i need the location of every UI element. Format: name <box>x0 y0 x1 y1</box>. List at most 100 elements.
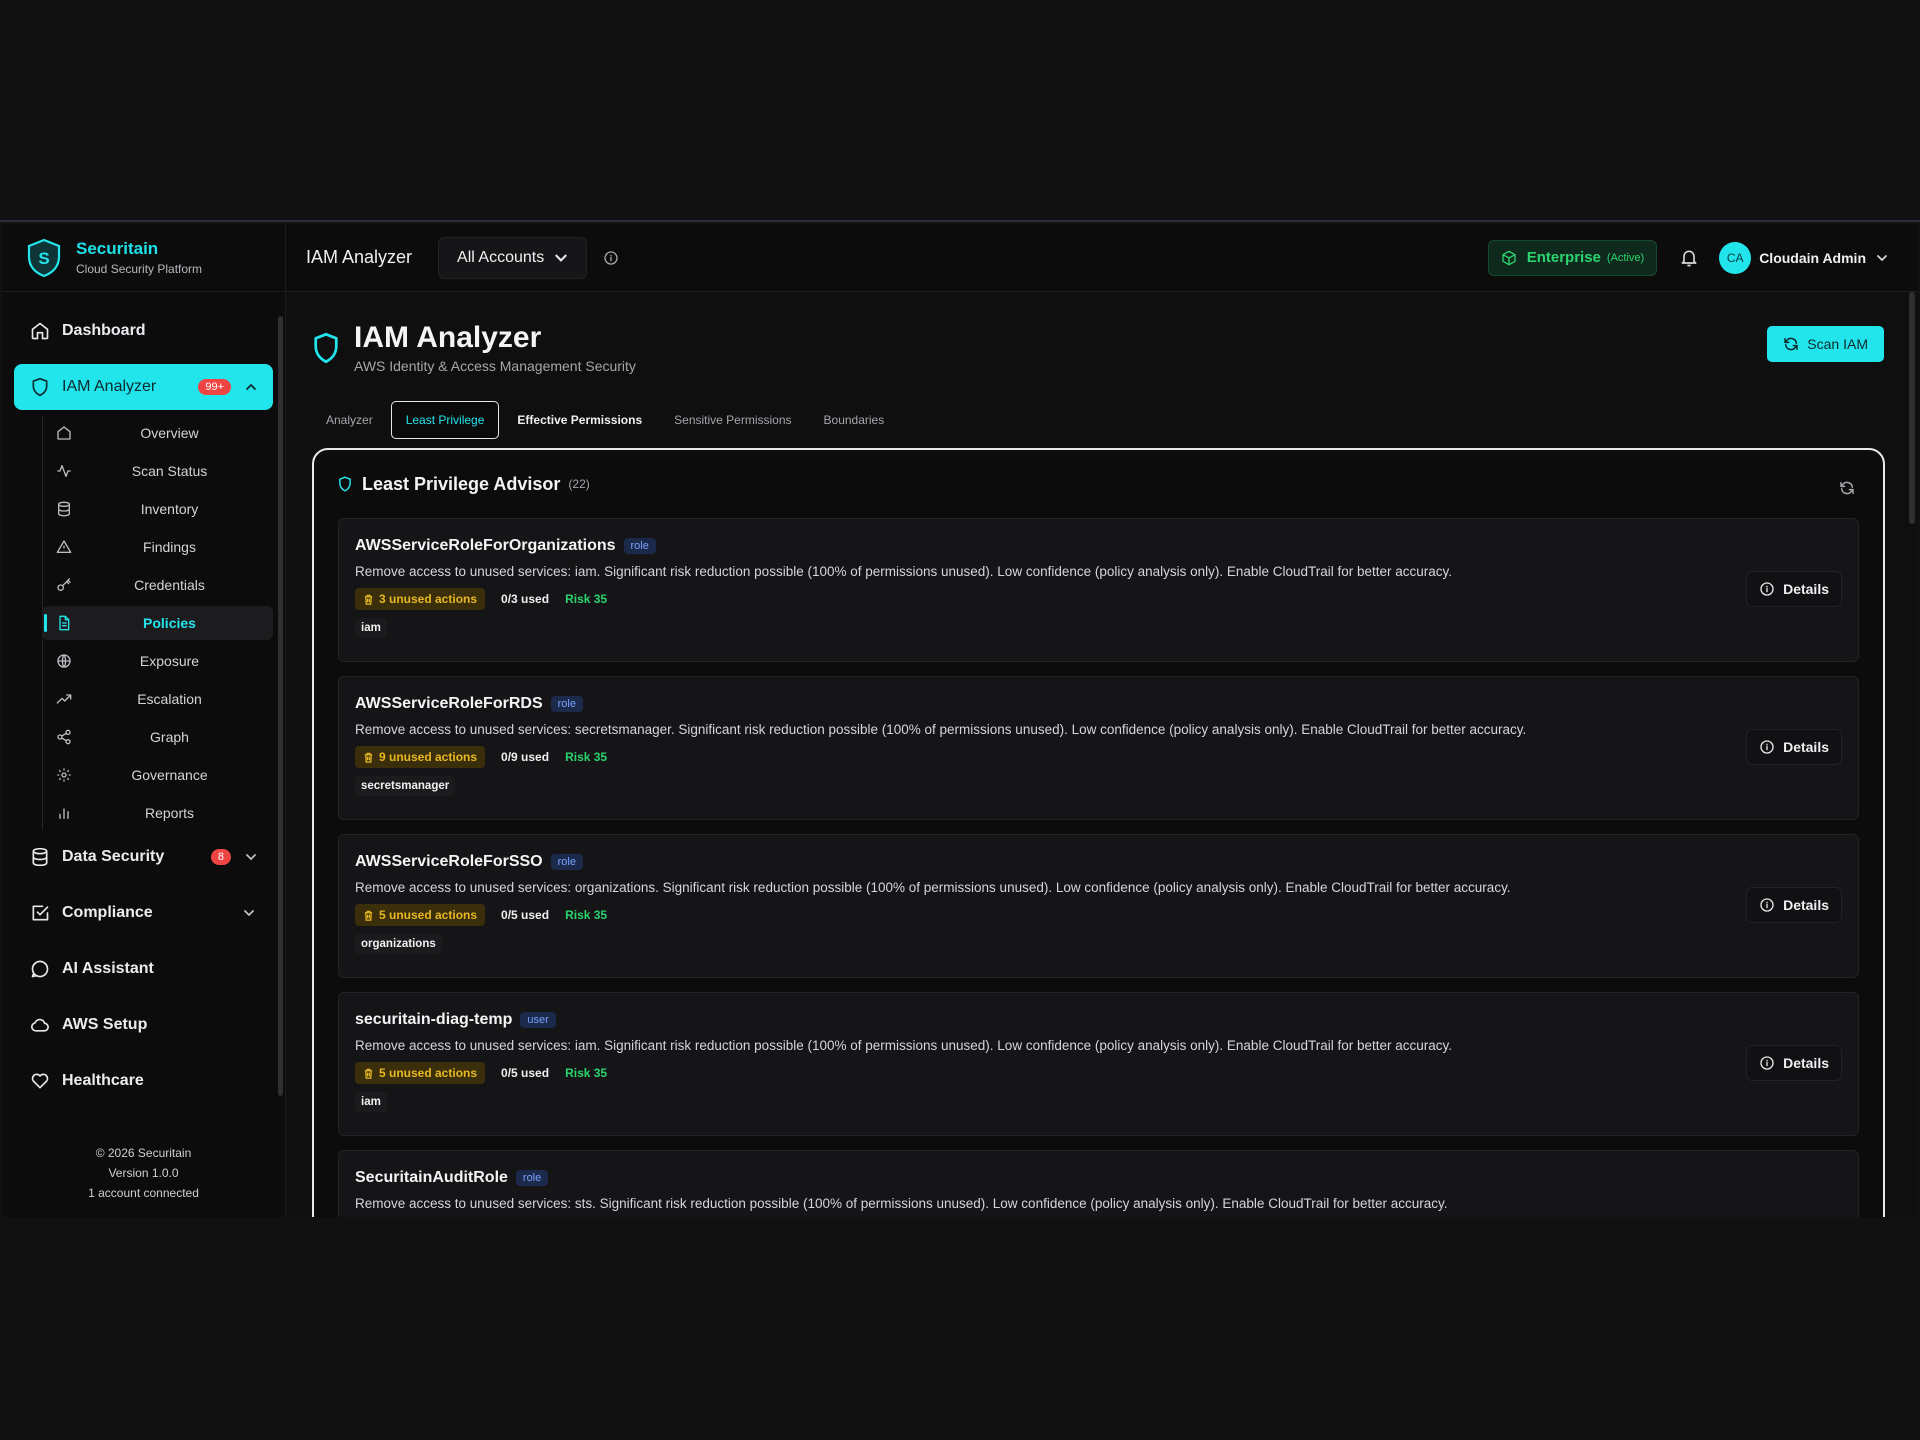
page-title: IAM Analyzer <box>354 321 542 354</box>
service-tag: secretsmanager <box>355 776 456 796</box>
footer-version: Version 1.0.0 <box>108 1166 179 1180</box>
scan-iam-label: Scan IAM <box>1807 336 1868 352</box>
chat-icon <box>31 960 49 978</box>
package-icon <box>1502 250 1516 265</box>
bell-icon[interactable] <box>1679 248 1699 268</box>
service-tag: iam <box>355 618 387 638</box>
subnav-item-credentials[interactable]: Credentials <box>42 568 273 602</box>
scan-iam-button[interactable]: Scan IAM <box>1767 326 1884 362</box>
subnav-item-scan-status[interactable]: Scan Status <box>42 454 273 488</box>
unused-actions-badge: 5 unused actions <box>355 904 486 926</box>
info-icon <box>1760 740 1774 754</box>
details-button[interactable]: Details <box>1746 887 1842 923</box>
bar-chart-icon <box>59 808 69 819</box>
refresh-icon[interactable] <box>1839 480 1855 496</box>
account-selector[interactable]: All Accounts <box>438 236 588 279</box>
unused-actions-badge: 5 unused actions <box>355 1062 486 1084</box>
key-icon <box>57 578 71 591</box>
subnav-item-escalation[interactable]: Escalation <box>42 682 273 716</box>
principal-name[interactable]: SecuritainAuditRole <box>355 1169 508 1187</box>
subnav-label: Policies <box>143 615 196 631</box>
recommendation-text: Remove access to unused services: organi… <box>355 880 1511 895</box>
home-icon <box>57 426 71 440</box>
subnav-label: Overview <box>140 425 199 441</box>
sidebar-item-label: AWS Setup <box>62 1016 148 1033</box>
principal-name[interactable]: AWSServiceRoleForOrganizations <box>355 537 616 555</box>
main-scrollbar[interactable] <box>1909 292 1915 524</box>
recommendation-card: AWSServiceRoleForSSO role Remove access … <box>338 834 1859 978</box>
tab-sensitive-permissions[interactable]: Sensitive Permissions <box>660 401 805 439</box>
sidebar-item-iam-analyzer[interactable]: IAM Analyzer 99+ <box>14 364 273 410</box>
tab-effective-permissions[interactable]: Effective Permissions <box>503 401 656 439</box>
chevron-down-icon[interactable] <box>243 907 255 919</box>
principal-name[interactable]: AWSServiceRoleForRDS <box>355 695 543 713</box>
avatar[interactable]: CA <box>1719 241 1752 274</box>
subnav-item-overview[interactable]: Overview <box>42 416 273 450</box>
principal-type-badge: role <box>623 538 656 554</box>
tab-analyzer[interactable]: Analyzer <box>312 401 387 439</box>
activity-icon <box>57 465 71 477</box>
sidebar-item-aws-setup[interactable]: AWS Setup <box>14 1002 273 1048</box>
subnav-label: Findings <box>143 539 196 555</box>
plan-status: (Active) <box>1606 251 1645 264</box>
principal-type-badge: user <box>520 1012 556 1028</box>
outer-backdrop-top <box>0 0 1920 222</box>
findings-count-badge: 99+ <box>198 379 231 395</box>
chevron-down-icon[interactable] <box>245 851 257 863</box>
details-label: Details <box>1783 1055 1829 1071</box>
unused-actions-badge: 9 unused actions <box>355 746 486 768</box>
brand: S Securitain Cloud Security Platform <box>2 224 285 292</box>
recommendation-card: AWSServiceRoleForRDS role Remove access … <box>338 676 1859 820</box>
brand-subtitle: Cloud Security Platform <box>76 262 203 276</box>
recommendation-card: AWSServiceRoleForOrganizations role Remo… <box>338 518 1859 662</box>
sidebar-footer: © 2026 Securitain Version 1.0.0 1 accoun… <box>2 1143 285 1203</box>
warning-icon <box>56 540 72 553</box>
gear-icon <box>57 768 71 782</box>
svg-text:S: S <box>38 249 49 268</box>
used-ratio: 0/5 used <box>501 1066 550 1080</box>
subnav-item-governance[interactable]: Governance <box>42 758 273 792</box>
info-icon[interactable] <box>603 250 619 266</box>
risk-score: Risk 35 <box>565 750 608 764</box>
trash-icon <box>364 752 373 763</box>
risk-score: Risk 35 <box>565 592 608 606</box>
tab-least-privilege[interactable]: Least Privilege <box>390 401 500 439</box>
sidebar-item-dashboard[interactable]: Dashboard <box>14 308 273 354</box>
tab-boundaries[interactable]: Boundaries <box>810 401 899 439</box>
details-button[interactable]: Details <box>1746 571 1842 607</box>
data-security-count-badge: 8 <box>210 849 231 865</box>
sidebar-scrollbar[interactable] <box>278 316 283 1096</box>
details-button[interactable]: Details <box>1746 729 1842 765</box>
subnav-item-findings[interactable]: Findings <box>42 530 273 564</box>
principal-type-badge: role <box>515 1170 549 1186</box>
principal-type-badge: role <box>550 854 583 870</box>
details-button[interactable]: Details <box>1746 1045 1842 1081</box>
refresh-icon <box>1784 337 1799 351</box>
plan-name: Enterprise <box>1526 249 1601 266</box>
sidebar-item-label: Data Security <box>62 848 165 865</box>
subnav-item-policies[interactable]: Policies <box>42 606 273 640</box>
info-icon <box>1760 582 1774 596</box>
sidebar-item-healthcare[interactable]: Healthcare <box>14 1058 273 1104</box>
app-window: S Securitain Cloud Security Platform Das… <box>2 224 1918 1217</box>
used-ratio: 0/3 used <box>501 592 550 606</box>
trending-up-icon <box>56 694 72 704</box>
user-name[interactable]: Cloudain Admin <box>1759 250 1866 266</box>
chevron-up-icon[interactable] <box>245 381 257 393</box>
subnav-item-graph[interactable]: Graph <box>42 720 273 754</box>
heart-icon <box>31 1073 49 1089</box>
sidebar-item-label: Compliance <box>62 904 153 921</box>
subnav-item-inventory[interactable]: Inventory <box>42 492 273 526</box>
subnav-label: Credentials <box>134 577 205 593</box>
main-content: IAM Analyzer All Accounts Enterprise (Ac… <box>286 224 1918 1217</box>
sidebar-item-compliance[interactable]: Compliance <box>14 890 273 936</box>
principal-name[interactable]: securitain-diag-temp <box>355 1011 512 1029</box>
shield-icon <box>32 377 48 397</box>
chevron-down-icon[interactable] <box>1876 252 1888 264</box>
subnav-item-reports[interactable]: Reports <box>42 796 273 830</box>
sidebar-item-data-security[interactable]: Data Security 8 <box>14 834 273 880</box>
plan-badge[interactable]: Enterprise (Active) <box>1487 239 1658 276</box>
sidebar-item-ai-assistant[interactable]: AI Assistant <box>14 946 273 992</box>
subnav-item-exposure[interactable]: Exposure <box>42 644 273 678</box>
principal-name[interactable]: AWSServiceRoleForSSO <box>355 853 543 871</box>
